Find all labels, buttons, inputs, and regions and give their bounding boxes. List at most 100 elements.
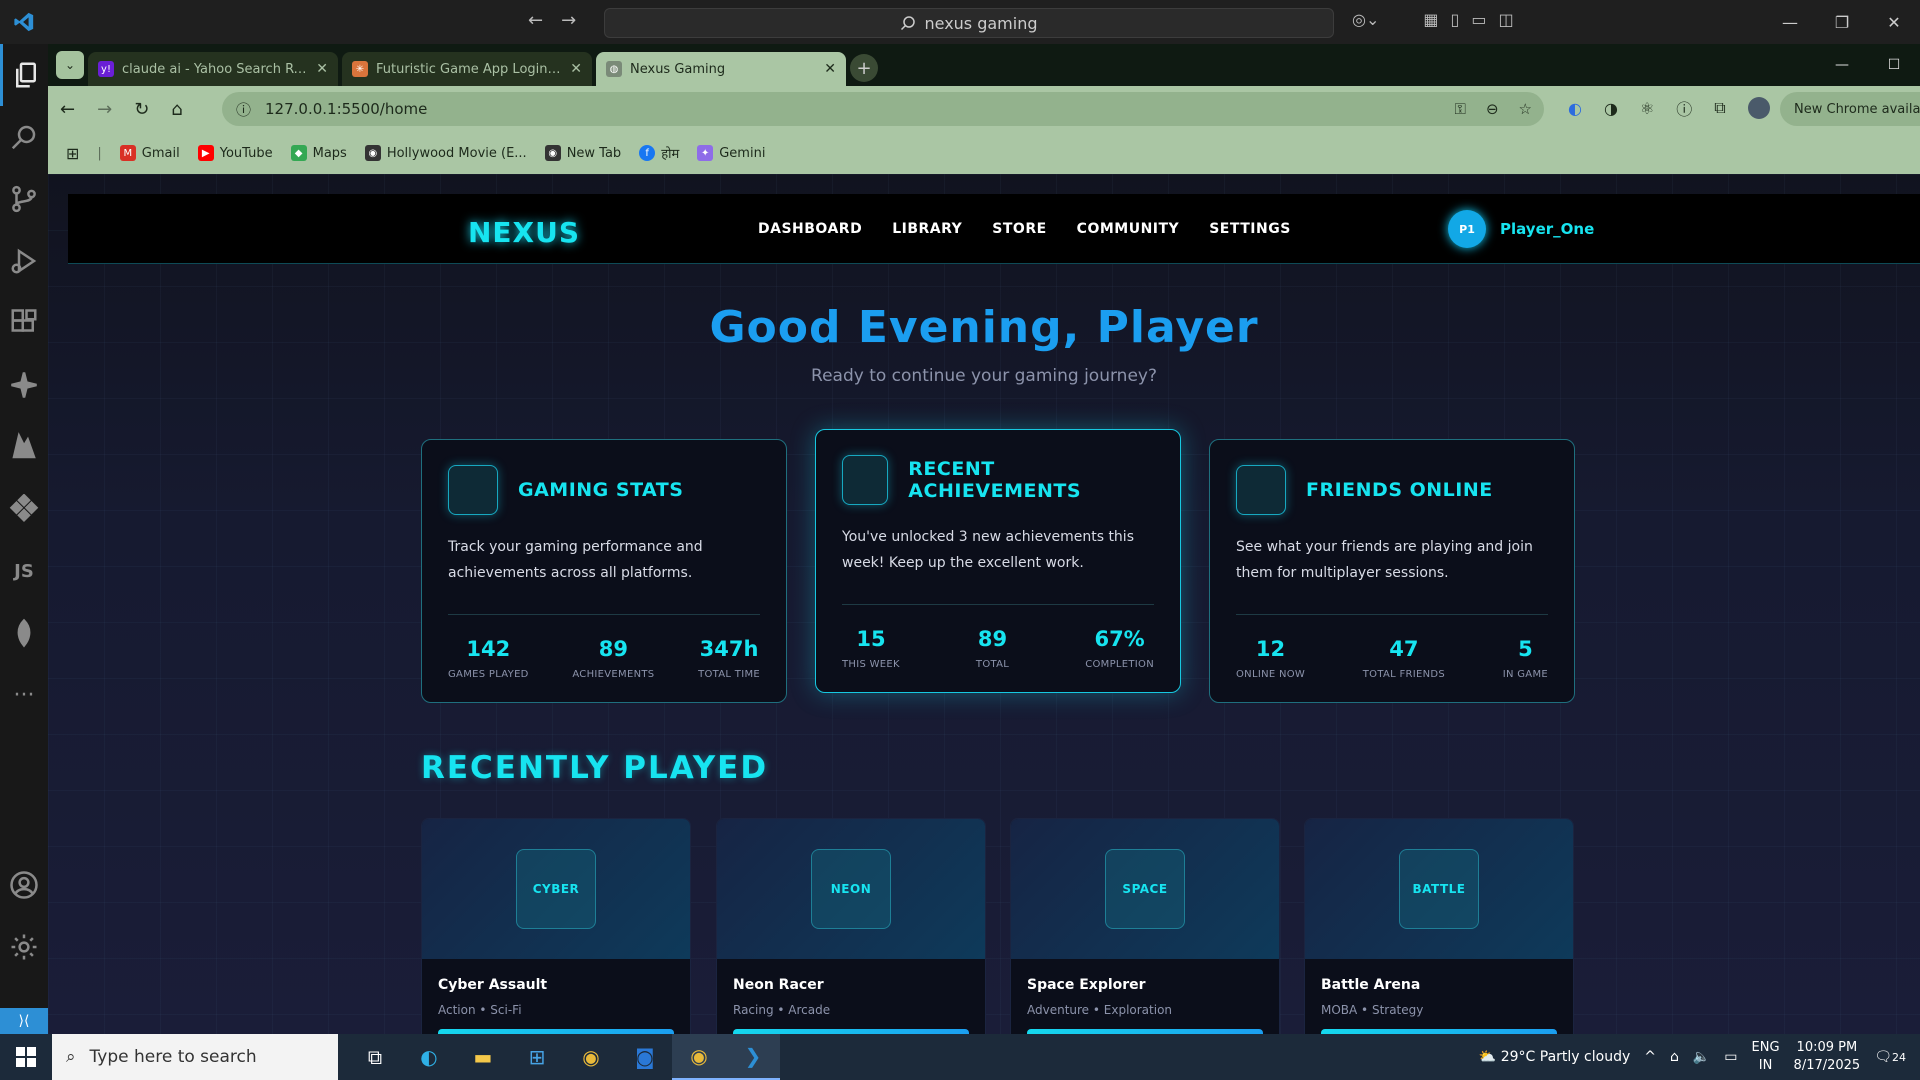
clock[interactable]: 10:09 PM 8/17/2025 — [1794, 1039, 1861, 1075]
apps-grid-icon[interactable]: ⊞ — [66, 144, 79, 163]
tab-yahoo[interactable]: y! claude ai - Yahoo Search Results ✕ — [88, 52, 338, 86]
nav-dashboard[interactable]: DASHBOARD — [758, 221, 862, 237]
taskbar-search-box[interactable]: ⌕ Type here to search — [52, 1034, 338, 1080]
chrome-active-icon[interactable]: ◉ — [672, 1034, 726, 1080]
copilot-icon[interactable]: ◎⌄ — [1352, 10, 1379, 29]
notification-count: 24 — [1892, 1051, 1906, 1064]
extension-info-icon[interactable]: ⓘ — [1676, 96, 1692, 120]
source-control-icon[interactable] — [0, 168, 48, 230]
profile-avatar-icon[interactable] — [1747, 97, 1770, 119]
back-arrow-icon[interactable]: ← — [528, 10, 543, 31]
battery-icon[interactable]: ▭ — [1724, 1049, 1737, 1065]
remote-indicator-icon[interactable]: ⟩⟨ — [0, 1008, 48, 1034]
vscode-taskbar-icon[interactable]: ❯ — [726, 1034, 780, 1080]
password-key-icon[interactable]: ⚿ — [1455, 100, 1466, 118]
volume-icon[interactable]: 🔈 — [1693, 1049, 1710, 1065]
restore-icon[interactable]: ❐ — [1816, 0, 1868, 44]
extensions-puzzle-icon[interactable]: ⧉ — [1714, 98, 1725, 118]
extension-edge-icon[interactable]: ◐ — [1568, 99, 1582, 118]
command-center-search[interactable]: nexus gaming — [604, 8, 1334, 38]
zoom-icon[interactable]: ⊖ — [1486, 100, 1499, 118]
command-center-text: nexus gaming — [924, 13, 1038, 33]
game-card-space-explorer[interactable]: SPACE Space Explorer Adventure • Explora… — [1010, 818, 1280, 1034]
bookmark-new-tab[interactable]: ◉ New Tab — [544, 145, 621, 161]
username[interactable]: Player_One — [1500, 220, 1594, 238]
gaming-stats-card[interactable]: GAMING STATS Track your gaming performan… — [421, 439, 787, 703]
recent-achievements-card[interactable]: RECENT ACHIEVEMENTS You've unlocked 3 ne… — [815, 429, 1181, 693]
toggle-secondary-sidebar-icon[interactable]: ◫ — [1498, 10, 1513, 29]
browser-forward-icon[interactable]: → — [97, 99, 112, 120]
tab-close-icon[interactable]: ✕ — [824, 61, 836, 77]
extension-react-icon[interactable]: ⚛ — [1640, 99, 1654, 118]
firebase-icon[interactable] — [0, 416, 48, 478]
game-card-neon-racer[interactable]: NEON Neon Racer Racing • Arcade — [716, 818, 986, 1034]
friends-icon — [1236, 465, 1286, 515]
game-card-cyber-assault[interactable]: CYBER Cyber Assault Action • Sci-Fi — [421, 818, 691, 1034]
tab-search-dropdown-icon[interactable]: ⌄ — [56, 51, 84, 79]
reload-icon[interactable]: ↻ — [134, 99, 149, 120]
vscode-logo-icon[interactable] — [0, 0, 48, 44]
bookmark-gmail[interactable]: M Gmail — [119, 145, 180, 161]
nav-store[interactable]: STORE — [992, 221, 1046, 237]
remote-explorer-icon[interactable] — [0, 478, 48, 540]
bookmark-facebook-home[interactable]: f होम — [639, 144, 679, 162]
windows-start-icon[interactable] — [0, 1047, 52, 1067]
layout-customize-icon[interactable]: ▦ — [1423, 10, 1438, 29]
run-debug-icon[interactable] — [0, 230, 48, 292]
game-card-battle-arena[interactable]: BATTLE Battle Arena MOBA • Strategy — [1304, 818, 1574, 1034]
javascript-icon[interactable]: JS — [0, 540, 48, 602]
show-hidden-icons-icon[interactable]: ^ — [1644, 1049, 1656, 1065]
close-icon[interactable]: ✕ — [1868, 0, 1920, 44]
task-view-icon[interactable]: ⧉ — [348, 1034, 402, 1080]
tab-futuristic-login[interactable]: ✳ Futuristic Game App Login Des ✕ — [342, 52, 592, 86]
notifications-icon[interactable]: 🗨24 — [1874, 1049, 1906, 1065]
avatar[interactable]: P1 — [1448, 210, 1486, 248]
nav-library[interactable]: LIBRARY — [892, 221, 962, 237]
accounts-icon[interactable] — [0, 854, 48, 916]
tab-close-icon[interactable]: ✕ — [570, 61, 582, 77]
friends-online-card[interactable]: FRIENDS ONLINE See what your friends are… — [1209, 439, 1575, 703]
bookmarks-divider: | — [97, 145, 102, 161]
weather-widget[interactable]: ⛅ 29°C Partly cloudy — [1479, 1049, 1630, 1065]
file-explorer-icon[interactable]: ▬ — [456, 1034, 510, 1080]
home-icon[interactable]: ⌂ — [171, 99, 182, 120]
nav-community[interactable]: COMMUNITY — [1077, 221, 1180, 237]
copilot-sparkle-icon[interactable] — [0, 354, 48, 416]
more-icon[interactable]: ··· — [0, 664, 48, 726]
yahoo-favicon-icon: y! — [98, 61, 114, 77]
minimize-icon[interactable]: — — [1764, 0, 1816, 44]
search-icon[interactable] — [0, 106, 48, 168]
extension-circle-icon[interactable]: ◑ — [1604, 99, 1618, 118]
bookmark-maps[interactable]: ◆ Maps — [290, 145, 347, 161]
stat-in-game: 5 IN GAME — [1503, 637, 1548, 680]
manage-gear-icon[interactable] — [0, 916, 48, 978]
browser-back-icon[interactable]: ← — [60, 99, 75, 120]
bookmark-gemini[interactable]: ✦ Gemini — [697, 145, 765, 161]
outlook-icon[interactable]: ◙ — [618, 1034, 672, 1080]
network-icon[interactable]: ⌂ — [1670, 1049, 1679, 1065]
forward-arrow-icon[interactable]: → — [561, 10, 576, 31]
site-info-icon[interactable]: ⓘ — [236, 99, 251, 120]
nav-settings[interactable]: SETTINGS — [1209, 221, 1291, 237]
address-bar[interactable]: ⓘ 127.0.0.1:5500/home ⚿ ⊖ ☆ — [222, 92, 1544, 126]
tab-close-icon[interactable]: ✕ — [316, 61, 328, 77]
browser-minimize-icon[interactable]: — — [1816, 44, 1868, 86]
nexus-logo[interactable]: NEXUS — [468, 216, 580, 249]
mongodb-leaf-icon[interactable] — [0, 602, 48, 664]
edge-icon[interactable]: ◐ — [402, 1034, 456, 1080]
browser-maximize-icon[interactable]: ☐ — [1868, 44, 1920, 86]
language-indicator[interactable]: ENG IN — [1752, 1039, 1780, 1075]
toggle-panel-icon[interactable]: ▭ — [1471, 10, 1486, 29]
extensions-icon[interactable] — [0, 292, 48, 354]
tab-nexus-gaming[interactable]: ◍ Nexus Gaming ✕ — [596, 52, 846, 86]
bookmark-star-icon[interactable]: ☆ — [1519, 100, 1532, 118]
new-tab-button[interactable]: + — [850, 54, 878, 82]
explorer-icon[interactable] — [0, 44, 48, 106]
toggle-sidebar-icon[interactable]: ▯ — [1451, 10, 1460, 29]
bookmark-hollywood[interactable]: ◉ Hollywood Movie (E... — [364, 145, 527, 161]
bookmark-youtube[interactable]: ▶ YouTube — [197, 145, 273, 161]
user-profile[interactable]: P1 Player_One — [1448, 210, 1594, 248]
new-chrome-available-button[interactable]: New Chrome available — [1780, 92, 1920, 126]
chrome-icon[interactable]: ◉ — [564, 1034, 618, 1080]
microsoft-store-icon[interactable]: ⊞ — [510, 1034, 564, 1080]
